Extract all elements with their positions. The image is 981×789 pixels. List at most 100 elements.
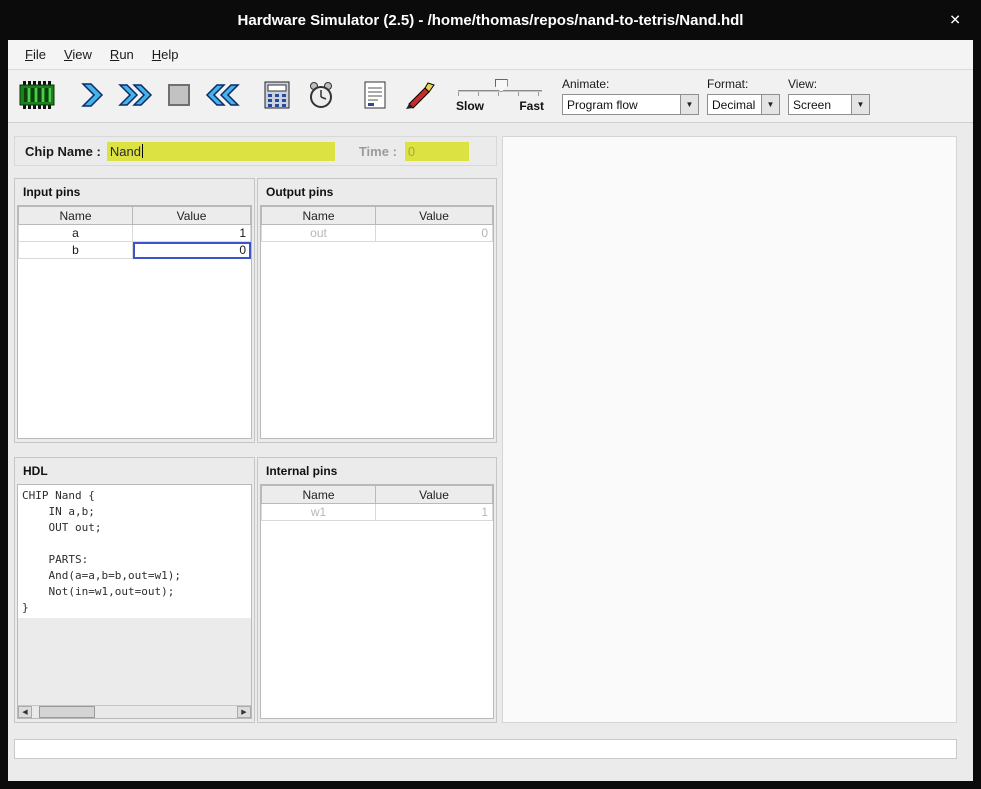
close-icon[interactable]: ✕ [949, 12, 961, 29]
slider-slow-label: Slow [456, 99, 484, 113]
pin-name-cell: out [262, 225, 376, 242]
table-row: out 0 [262, 225, 493, 242]
scrollbar-track[interactable] [95, 706, 237, 718]
clock-button[interactable] [300, 73, 342, 119]
pin-value-cell[interactable]: 1 [133, 225, 251, 242]
window-body: File View Run Help [8, 40, 973, 781]
breakpoints-button[interactable] [398, 73, 440, 119]
time-label: Time : [359, 144, 397, 159]
stop-button[interactable] [158, 73, 200, 119]
format-value: Decimal [708, 98, 761, 112]
slider-fast-label: Fast [519, 99, 544, 113]
stop-icon [166, 82, 192, 111]
column-header-name: Name [262, 207, 376, 225]
chip-header-panel: Chip Name : Nand Time : 0 [14, 136, 497, 166]
view-group: View: Screen ▼ [788, 77, 870, 115]
internal-pins-panel: Internal pins Name Value w1 1 [257, 457, 497, 723]
fast-forward-icon [117, 80, 153, 113]
speed-slider[interactable] [456, 79, 544, 96]
menu-run[interactable]: Run [101, 44, 143, 65]
animate-value: Program flow [563, 98, 680, 112]
code-line: IN a,b; [22, 504, 247, 520]
table-row: w1 1 [262, 504, 493, 521]
speed-slider-group: Slow Fast [456, 79, 544, 113]
table-row: b 0 [19, 242, 251, 259]
hdl-title: HDL [15, 458, 254, 482]
code-line: OUT out; [22, 520, 247, 536]
time-field: 0 [405, 142, 469, 161]
load-script-button[interactable] [354, 73, 396, 119]
calculator-icon [263, 80, 291, 113]
animate-group: Animate: Program flow ▼ [562, 77, 699, 115]
toolbar: Slow Fast Animate: Program flow ▼ Format… [8, 70, 973, 123]
title-bar: Hardware Simulator (2.5) - /home/thomas/… [0, 0, 981, 40]
internal-pins-table: Name Value w1 1 [260, 484, 494, 719]
table-row: a 1 [19, 225, 251, 242]
animate-label: Animate: [562, 77, 699, 91]
view-label: View: [788, 77, 870, 91]
output-pins-panel: Output pins Name Value out 0 [257, 178, 497, 443]
script-icon [362, 80, 388, 113]
chip-name-label: Chip Name : [25, 144, 101, 159]
rewind-icon [205, 80, 241, 113]
code-line: Not(in=w1,out=out); [22, 584, 247, 600]
hdl-panel: HDL CHIP Nand { IN a,b; OUT out; PARTS: … [14, 457, 255, 723]
pin-value-cell[interactable]: 1 [376, 504, 493, 521]
slider-ticks [458, 92, 542, 96]
code-line: } [22, 600, 247, 616]
app-window: Hardware Simulator (2.5) - /home/thomas/… [0, 0, 981, 789]
menu-view[interactable]: View [55, 44, 101, 65]
output-pins-table: Name Value out 0 [260, 205, 494, 439]
code-line: CHIP Nand { [22, 488, 247, 504]
time-value: 0 [408, 144, 415, 159]
pin-name-cell: a [19, 225, 133, 242]
pin-value-cell-selected[interactable]: 0 [133, 242, 251, 259]
window-title: Hardware Simulator (2.5) - /home/thomas/… [238, 12, 744, 29]
menu-bar: File View Run Help [8, 40, 973, 70]
column-header-name: Name [262, 486, 376, 504]
single-step-icon [76, 80, 106, 113]
scroll-left-icon[interactable]: ◀ [18, 706, 32, 718]
menu-help[interactable]: Help [143, 44, 188, 65]
view-value: Screen [789, 98, 851, 112]
chip-icon [18, 79, 56, 114]
input-pins-panel: Input pins Name Value a 1 [14, 178, 255, 443]
scrollbar-thumb[interactable] [39, 706, 95, 718]
pin-name-cell: b [19, 242, 133, 259]
hdl-horizontal-scrollbar[interactable]: ◀ ▶ [18, 705, 251, 718]
format-select[interactable]: Decimal ▼ [707, 94, 780, 115]
chip-name-value: Nand [110, 144, 141, 159]
pin-name-cell: w1 [262, 504, 376, 521]
display-panel [502, 136, 957, 723]
internal-pins-title: Internal pins [258, 458, 496, 482]
chip-name-input[interactable]: Nand [107, 142, 335, 161]
output-pins-title: Output pins [258, 179, 496, 203]
input-pins-title: Input pins [15, 179, 254, 203]
clock-icon [306, 80, 336, 113]
status-message-bar [14, 739, 957, 759]
code-line [22, 536, 247, 552]
single-step-button[interactable] [70, 73, 112, 119]
chevron-down-icon[interactable]: ▼ [680, 95, 698, 114]
code-line: And(a=a,b=b,out=w1); [22, 568, 247, 584]
main-content: Chip Name : Nand Time : 0 Input pins [8, 123, 973, 781]
load-chip-button[interactable] [16, 73, 58, 119]
brush-icon [403, 80, 435, 113]
hdl-viewer: CHIP Nand { IN a,b; OUT out; PARTS: And(… [17, 484, 252, 719]
chevron-down-icon[interactable]: ▼ [851, 95, 869, 114]
chevron-down-icon[interactable]: ▼ [761, 95, 779, 114]
column-header-value: Value [376, 207, 493, 225]
menu-file[interactable]: File [16, 44, 55, 65]
input-pins-table: Name Value a 1 b 0 [17, 205, 252, 439]
column-header-value: Value [376, 486, 493, 504]
animate-select[interactable]: Program flow ▼ [562, 94, 699, 115]
view-select[interactable]: Screen ▼ [788, 94, 870, 115]
reset-button[interactable] [202, 73, 244, 119]
eval-button[interactable] [256, 73, 298, 119]
format-group: Format: Decimal ▼ [707, 77, 780, 115]
scroll-right-icon[interactable]: ▶ [237, 706, 251, 718]
text-caret [142, 144, 143, 158]
column-header-name: Name [19, 207, 133, 225]
pin-value-cell[interactable]: 0 [376, 225, 493, 242]
run-button[interactable] [114, 73, 156, 119]
